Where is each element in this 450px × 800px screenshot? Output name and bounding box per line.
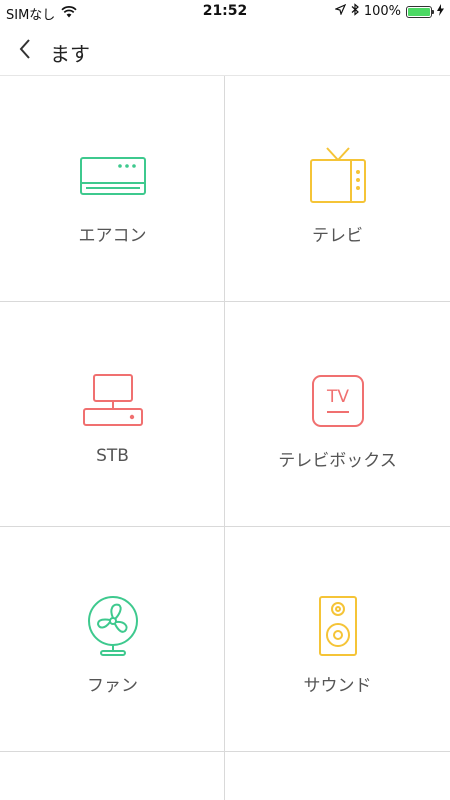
fan-icon	[73, 594, 153, 658]
page-title: ます	[50, 42, 90, 66]
stb-icon	[73, 369, 153, 433]
device-tile-fan[interactable]: ファン	[0, 526, 225, 751]
device-tile-sound[interactable]: サウンド	[225, 526, 450, 751]
battery-percent: 100%	[363, 4, 401, 19]
back-button[interactable]	[10, 36, 40, 66]
device-label: ファン	[87, 676, 138, 696]
chevron-left-icon	[18, 38, 32, 64]
battery-icon	[406, 5, 434, 18]
speaker-icon	[298, 594, 378, 658]
tv-box-icon-text: TV	[325, 387, 348, 407]
status-bar: SIMなし 21:52 100%	[0, 0, 450, 24]
battery-fill	[408, 7, 430, 16]
tv-icon	[298, 144, 378, 208]
device-label: テレビ	[312, 226, 363, 246]
charging-icon	[437, 3, 444, 20]
location-arrow-icon	[333, 3, 347, 19]
device-tile-tv[interactable]: テレビ	[225, 76, 450, 301]
device-tile-air-conditioner[interactable]: エアコン	[0, 76, 225, 301]
device-tile-partial-left[interactable]	[0, 751, 225, 800]
bluetooth-icon	[351, 3, 359, 20]
status-right: 100%	[333, 3, 444, 20]
tv-box-icon: TV	[298, 369, 378, 433]
air-conditioner-icon	[73, 144, 153, 208]
device-tile-tv-box[interactable]: TV テレビボックス	[225, 301, 450, 526]
device-label: サウンド	[303, 676, 372, 696]
device-tile-stb[interactable]: STB	[0, 301, 225, 526]
device-label: STB	[96, 446, 129, 466]
device-label: エアコン	[78, 226, 147, 246]
device-tile-partial-right[interactable]	[225, 751, 450, 800]
nav-bar: ます	[0, 24, 450, 76]
device-label: テレビボックス	[278, 451, 397, 471]
